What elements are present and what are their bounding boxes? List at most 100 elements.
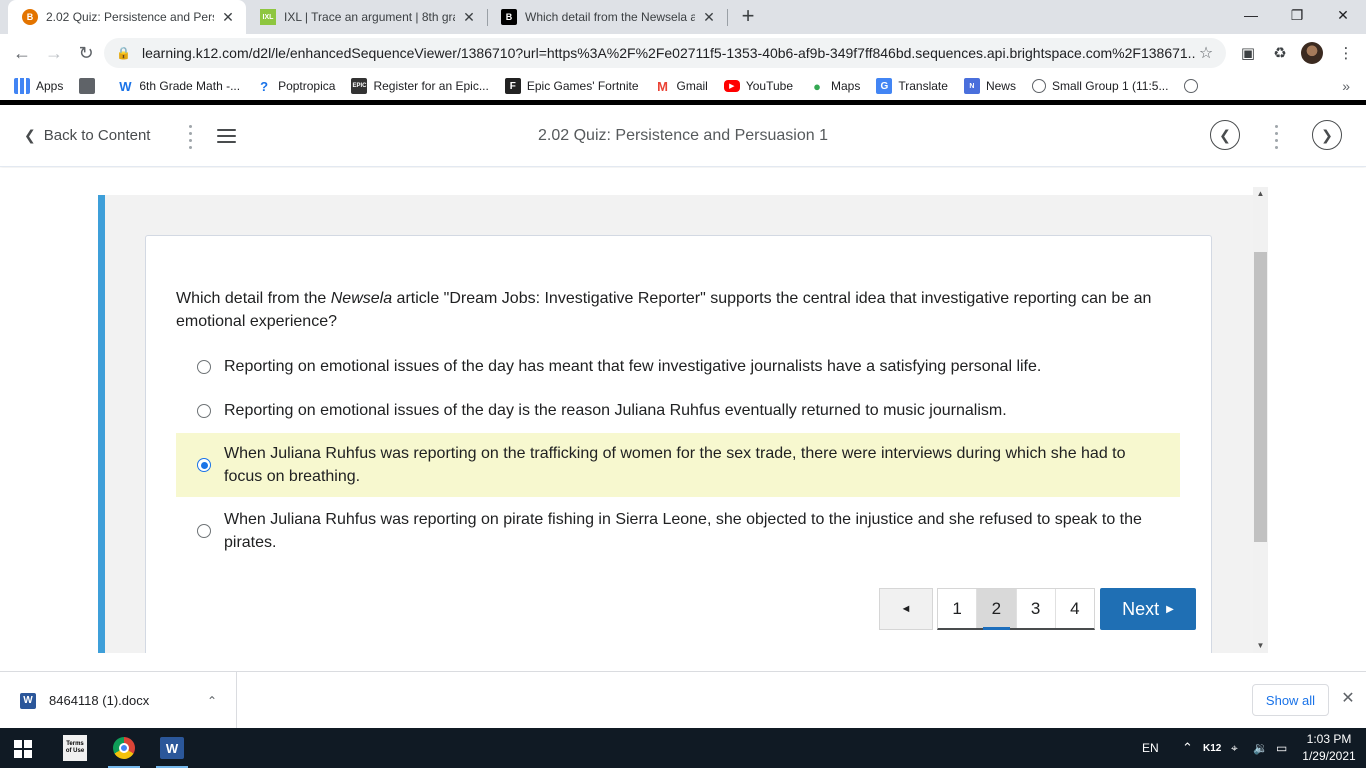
bookmark-folder[interactable]	[71, 72, 109, 100]
lock-icon: 🔒	[116, 46, 131, 60]
next-topic-button[interactable]: ❯	[1312, 120, 1342, 150]
youtube-icon: ▶	[723, 80, 740, 92]
minimize-icon[interactable]: —	[1228, 0, 1274, 30]
new-tab-plus-icon[interactable]: +	[737, 5, 759, 27]
answer-option-3[interactable]: When Juliana Ruhfus was reporting on the…	[176, 433, 1180, 497]
close-icon[interactable]: ✕	[220, 9, 236, 25]
bookmark-6th-grade-math[interactable]: W 6th Grade Math -...	[109, 72, 248, 100]
answer-option-1[interactable]: Reporting on emotional issues of the day…	[176, 355, 1180, 378]
triangle-right-icon: ▶	[1166, 603, 1174, 615]
address-bar[interactable]: 🔒 learning.k12.com/d2l/le/enhancedSequen…	[104, 38, 1226, 68]
terms-of-use-icon: Terms of Use	[63, 735, 87, 761]
scroll-down-icon[interactable]: ▼	[1253, 639, 1268, 653]
bookmarks-bar: Apps W 6th Grade Math -... ? Poptropica …	[0, 72, 1366, 100]
radio-button-selected[interactable]	[197, 458, 211, 472]
next-button[interactable]: Next ▶	[1100, 588, 1196, 630]
epic-icon: EPIC	[351, 78, 368, 94]
forward-arrow-icon[interactable]: →	[42, 41, 66, 65]
bookmark-label: Register for an Epic...	[373, 79, 489, 93]
bookmark-translate[interactable]: G Translate	[868, 72, 956, 100]
page-button-2[interactable]: 2	[977, 589, 1017, 630]
chevron-double-right-icon[interactable]: »	[1342, 72, 1350, 100]
bookmark-label: 6th Grade Math -...	[139, 79, 241, 93]
bookmark-gmail[interactable]: M Gmail	[647, 72, 716, 100]
bookmark-label: Poptropica	[278, 79, 336, 93]
downloads-bar: W 8464118 (1).docx ⌃ Show all ✕	[0, 671, 1366, 729]
bookmark-maps[interactable]: ● Maps	[801, 72, 868, 100]
window-close-icon[interactable]: ✕	[1320, 0, 1366, 30]
chevron-left-icon: ❮	[1219, 126, 1231, 143]
bookmark-fortnite[interactable]: F Epic Games' Fortnite	[497, 72, 647, 100]
bookmark-label: Maps	[831, 79, 861, 93]
bookmark-poptropica[interactable]: ? Poptropica	[248, 72, 343, 100]
more-vert-icon[interactable]: ⋮	[1336, 43, 1356, 63]
puzzle-piece-icon[interactable]: ♻	[1270, 43, 1290, 63]
page-button-1[interactable]: 1	[938, 589, 978, 628]
show-all-button[interactable]: Show all	[1252, 684, 1329, 716]
answer-label: When Juliana Ruhfus was reporting on the…	[224, 445, 1126, 485]
previous-page-button[interactable]: ◄	[879, 588, 933, 630]
volume-icon[interactable]: 🔉	[1253, 728, 1268, 768]
bookmark-label: Gmail	[676, 79, 708, 93]
back-arrow-icon[interactable]: ←	[10, 41, 34, 65]
content-header: ❮ Back to Content 2.02 Quiz: Persistence…	[0, 105, 1366, 167]
k12-tray-icon[interactable]: K12	[1203, 728, 1221, 768]
close-icon[interactable]: ✕	[461, 9, 477, 25]
page-button-4[interactable]: 4	[1056, 589, 1094, 628]
language-indicator[interactable]: EN	[1142, 728, 1159, 768]
tab-brainly[interactable]: B Which detail from the Newsela ar ✕	[487, 0, 727, 34]
word-icon: W	[160, 737, 184, 759]
close-icon[interactable]: ✕	[701, 9, 717, 25]
bookmark-globe[interactable]	[1176, 72, 1212, 100]
clock-date: 1/29/2021	[1302, 749, 1356, 763]
word-doc-icon: W	[20, 692, 36, 709]
battery-icon[interactable]: ▭	[1276, 728, 1287, 768]
avatar[interactable]	[1301, 42, 1323, 64]
chevron-right-icon: ❯	[1321, 126, 1333, 143]
chevron-up-icon[interactable]: ⌃	[1182, 728, 1193, 768]
download-filename: 8464118 (1).docx	[49, 693, 150, 708]
chrome-app[interactable]	[108, 732, 140, 768]
extension-shield-icon[interactable]: ▣	[1238, 43, 1258, 63]
answer-label: When Juliana Ruhfus was reporting on pir…	[224, 511, 1142, 551]
star-icon[interactable]: ☆	[1196, 43, 1216, 63]
folder-icon	[79, 78, 96, 94]
triangle-left-icon: ◄	[900, 603, 912, 615]
radio-button[interactable]	[197, 403, 211, 418]
tab-title: Which detail from the Newsela ar	[525, 10, 695, 24]
bookmark-news[interactable]: N News	[956, 72, 1024, 100]
answer-option-2[interactable]: Reporting on emotional issues of the day…	[176, 399, 1180, 422]
scrollbar-thumb[interactable]	[1254, 252, 1267, 542]
poptropica-icon: ?	[260, 78, 269, 94]
clock-time: 1:03 PM	[1306, 732, 1352, 746]
wifi-icon[interactable]: ⌖	[1231, 728, 1238, 768]
chevron-up-icon[interactable]: ⌃	[204, 694, 220, 708]
page-button-3[interactable]: 3	[1017, 589, 1056, 628]
tab-quiz[interactable]: B 2.02 Quiz: Persistence and Persua ✕	[8, 0, 246, 34]
news-icon: N	[963, 78, 980, 94]
answer-option-4[interactable]: When Juliana Ruhfus was reporting on pir…	[176, 508, 1180, 554]
apps-grid-icon	[14, 78, 30, 94]
url-text[interactable]: learning.k12.com/d2l/le/enhancedSequence…	[142, 45, 1196, 61]
system-clock[interactable]: 1:03 PM 1/29/2021	[1296, 731, 1362, 765]
previous-topic-button[interactable]: ❮	[1210, 120, 1240, 150]
tab-ixl[interactable]: IXL IXL | Trace an argument | 8th grad ✕	[246, 0, 487, 34]
reload-icon[interactable]: ↻	[74, 41, 98, 65]
tab-title: IXL | Trace an argument | 8th grad	[284, 10, 455, 24]
close-icon[interactable]: ✕	[1339, 690, 1357, 708]
tab-strip: B 2.02 Quiz: Persistence and Persua ✕ IX…	[0, 0, 1366, 34]
frame-scrollbar[interactable]: ▲ ▼	[1253, 187, 1268, 653]
windows-start-icon[interactable]	[14, 740, 32, 758]
word-app[interactable]: W	[156, 732, 188, 768]
download-item[interactable]: W 8464118 (1).docx ⌃	[0, 672, 237, 729]
bookmark-apps[interactable]: Apps	[0, 72, 71, 100]
bookmark-small-group[interactable]: Small Group 1 (11:5...	[1024, 72, 1177, 100]
scroll-up-icon[interactable]: ▲	[1253, 187, 1268, 201]
radio-button[interactable]	[197, 359, 211, 374]
bookmark-youtube[interactable]: ▶ YouTube	[716, 72, 801, 100]
globe-icon	[1184, 79, 1199, 93]
bookmark-epic-register[interactable]: EPIC Register for an Epic...	[343, 72, 496, 100]
restore-icon[interactable]: ❐	[1274, 0, 1320, 30]
terms-of-use-app[interactable]: Terms of Use	[59, 732, 91, 764]
radio-button[interactable]	[197, 524, 211, 538]
